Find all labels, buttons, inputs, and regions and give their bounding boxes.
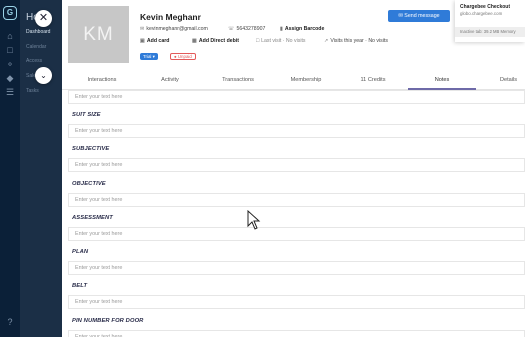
add-card-button[interactable]: ▣ Add card (140, 38, 169, 44)
key-icon[interactable]: ⚬ (4, 58, 16, 70)
logo-icon[interactable]: G (3, 6, 17, 20)
checklist-icon[interactable]: ☰ (4, 86, 16, 98)
send-message-button[interactable]: ✉ Send message (388, 10, 450, 22)
chargebee-title: Chargebee Checkout (460, 4, 511, 10)
mail-icon: ✉ (140, 26, 145, 32)
email-row[interactable]: ✉ kevinmeghanr@gmail.com (140, 26, 208, 32)
member-phone: 5643278907 (236, 26, 266, 32)
trend-icon: ↗ (324, 38, 329, 44)
icon-rail: G ⌂ □ ⚬ ◆ ☰ ? (0, 0, 20, 337)
tab-credits[interactable]: 11 Credits (350, 70, 396, 90)
tab-notes[interactable]: Notes (408, 70, 476, 90)
alert-icon: ● (174, 54, 177, 59)
tab-membership[interactable]: Membership (280, 70, 332, 90)
last-visit-text: Last visit · No visits (261, 38, 306, 44)
sidebar-item-access[interactable]: Access (26, 58, 42, 64)
add-card-label: Add card (146, 38, 170, 44)
tab-transactions[interactable]: Transactions (212, 70, 264, 90)
calendar-icon[interactable]: □ (4, 44, 16, 56)
add-direct-debit-button[interactable]: ▦ Add Direct debit (192, 38, 239, 44)
chat-icon: ✉ (398, 13, 403, 19)
sidebar-item-dashboard[interactable]: Dashboard (26, 29, 50, 35)
status-badge-unpaid: ● Unpaid (170, 53, 196, 60)
tag-icon[interactable]: ◆ (4, 72, 16, 84)
field-label-objective: OBJECTIVE (72, 181, 106, 187)
phone-icon: ☏ (228, 26, 235, 32)
credit-card-icon: ▣ (140, 38, 145, 44)
member-email: kevinmeghanr@gmail.com (146, 26, 208, 32)
objective-input[interactable]: Enter your text here (68, 193, 525, 207)
profile-tabs: Interactions Activity Transactions Membe… (62, 70, 525, 90)
help-icon[interactable]: ? (4, 316, 16, 328)
calendar-icon: □ (256, 38, 260, 44)
send-message-label: Send message (404, 13, 440, 19)
field-label-assessment: ASSESSMENT (72, 215, 113, 221)
field-label-plan: PLAN (72, 249, 89, 255)
sidebar: Ho Dashboard Calendar Access Sales Tasks (20, 0, 62, 337)
sidebar-item-calendar[interactable]: Calendar (26, 44, 46, 50)
tab-interactions[interactable]: Interactions (74, 70, 130, 90)
tab-activity[interactable]: Activity (148, 70, 192, 90)
field-label-pin-number: PIN NUMBER FOR DOOR (72, 318, 144, 324)
last-visit: □ Last visit · No visits (256, 38, 306, 44)
bank-icon: ▦ (192, 38, 197, 44)
pin-number-input[interactable]: Enter your text here (68, 330, 525, 337)
field-label-suit-size: SUIT SIZE (72, 112, 101, 118)
home-icon[interactable]: ⌂ (4, 30, 16, 42)
chevron-down-icon: ▾ (152, 54, 155, 59)
status-badge-trial[interactable]: Trial ▾ (140, 53, 158, 60)
mouse-cursor-icon (247, 210, 261, 230)
plan-input[interactable]: Enter your text here (68, 261, 525, 275)
barcode-icon: ▮ (280, 26, 283, 32)
member-name: Kevin Meghanr (140, 12, 201, 22)
chargebee-url: globo.chargebee.com (460, 11, 503, 16)
field-label-subjective: SUBJECTIVE (72, 146, 110, 152)
chargebee-memory-status: Inactive tab: 39.2 MB Memory (455, 27, 525, 37)
phone-row[interactable]: ☏ 5643278907 (228, 26, 265, 32)
chevron-down-icon[interactable]: ⌄ (35, 67, 52, 84)
trial-label: Trial (143, 54, 152, 59)
notes-field-top[interactable]: Enter your text here (68, 90, 525, 104)
subjective-input[interactable]: Enter your text here (68, 158, 525, 172)
assessment-input[interactable]: Enter your text here (68, 227, 525, 241)
chargebee-tooltip: Chargebee Checkout globo.chargebee.com I… (455, 0, 525, 42)
assign-barcode-label: Assign Barcode (284, 26, 325, 32)
member-profile-panel: KM Kevin Meghanr ✉ kevinmeghanr@gmail.com… (62, 0, 525, 337)
field-label-belt: BELT (72, 283, 88, 289)
assign-barcode-button[interactable]: ▮ Assign Barcode (280, 26, 324, 32)
close-icon[interactable]: ✕ (35, 10, 52, 27)
belt-input[interactable]: Enter your text here (68, 295, 525, 309)
visits-this-year-text: Visits this year · No visits (330, 38, 388, 44)
sidebar-item-tasks[interactable]: Tasks (26, 88, 39, 94)
add-direct-debit-label: Add Direct debit (198, 38, 239, 44)
visits-this-year: ↗ Visits this year · No visits (324, 38, 388, 44)
suit-size-input[interactable]: Enter your text here (68, 124, 525, 138)
unpaid-label: Unpaid (177, 54, 192, 59)
tab-details[interactable]: Details (492, 70, 525, 90)
avatar: KM (68, 6, 129, 63)
